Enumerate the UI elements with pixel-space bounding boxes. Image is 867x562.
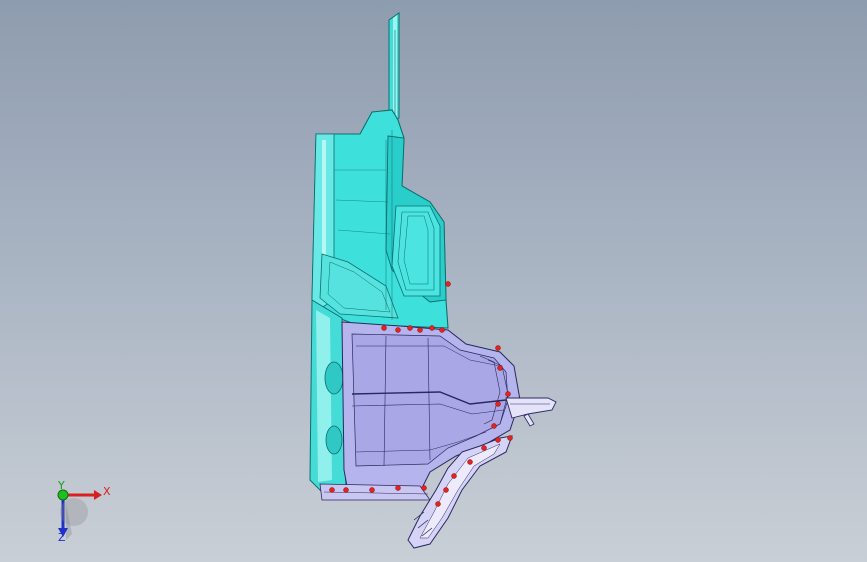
cad-viewport[interactable]: X Y Z [0,0,867,562]
right-bracket [505,397,557,427]
top-flange [388,12,400,125]
axis-triad: X Y Z [44,479,124,552]
y-axis-label: Y [58,479,65,492]
side-wall [309,299,347,493]
sheet-metal-part-model[interactable] [0,0,867,562]
x-axis-label: X [103,485,111,498]
upper-shell [311,109,449,329]
z-axis-label: Z [58,531,66,544]
bottom-skirt [319,483,431,501]
lower-body [341,321,521,493]
triad-graphic [57,489,102,540]
